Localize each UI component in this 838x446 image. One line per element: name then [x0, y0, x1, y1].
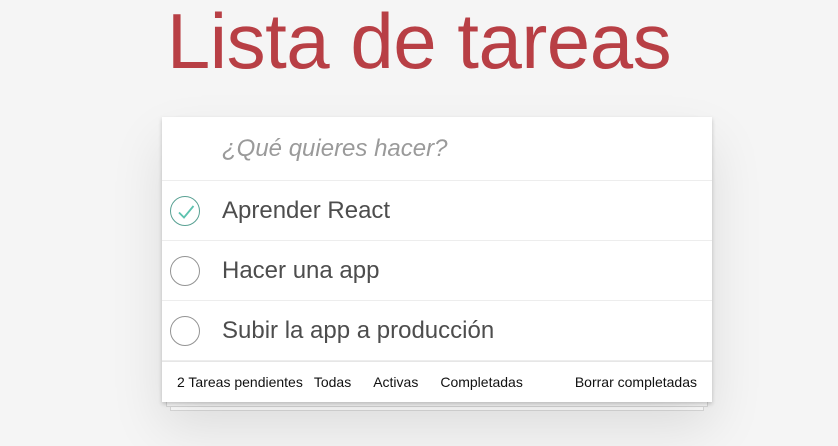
new-todo-input[interactable]: [222, 134, 682, 163]
todo-label: Aprender React: [222, 196, 391, 224]
pending-count: 2 Tareas pendientes: [177, 374, 303, 390]
page: Lista de tareas Aprender React Hacer una…: [0, 0, 838, 446]
todo-item-subir-la-app: Subir la app a producción: [162, 301, 712, 361]
empty-circle-icon[interactable]: [170, 316, 200, 346]
clear-completed-button[interactable]: Borrar completadas: [575, 374, 697, 390]
todo-footer: 2 Tareas pendientes Todas Activas Comple…: [162, 361, 712, 402]
filters: Todas Activas Completadas: [303, 374, 534, 390]
todo-label: Hacer una app: [222, 256, 380, 284]
empty-circle-icon[interactable]: [170, 256, 200, 286]
filter-all[interactable]: Todas: [303, 374, 362, 390]
check-circle-icon[interactable]: [170, 196, 200, 226]
filter-completed[interactable]: Completadas: [429, 374, 534, 390]
filter-active[interactable]: Activas: [362, 374, 429, 390]
todo-label: Subir la app a producción: [222, 316, 495, 344]
new-todo-row: [162, 117, 712, 181]
todo-item-hacer-una-app: Hacer una app: [162, 241, 712, 301]
todo-list: Aprender React Hacer una app Subir la ap…: [162, 181, 712, 361]
page-title: Lista de tareas: [166, 0, 672, 85]
todo-item-aprender-react: Aprender React: [162, 181, 712, 241]
todo-card: Aprender React Hacer una app Subir la ap…: [162, 117, 712, 402]
